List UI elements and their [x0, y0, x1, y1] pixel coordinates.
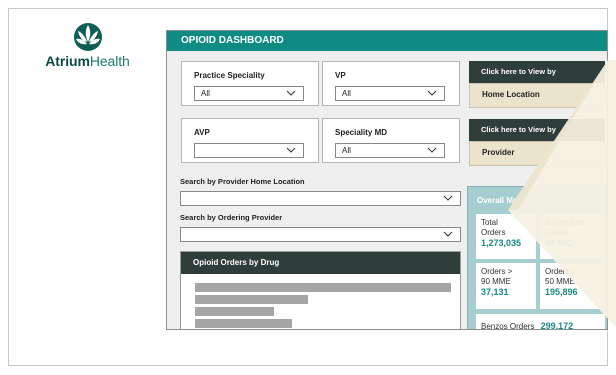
orders-over-50-mme-value: 195,896 [545, 287, 578, 297]
dashboard-title: OPIOID DASHBOARD [167, 31, 607, 51]
chevron-down-icon [443, 195, 453, 201]
drug-bar[interactable] [195, 307, 274, 316]
dropdown-value: All [201, 89, 210, 98]
orders-over-90-mme-value: 37,131 [481, 287, 509, 297]
chevron-down-icon [443, 231, 453, 237]
avp-filter: AVP [181, 118, 319, 163]
dropdown-value: All [342, 146, 351, 155]
overall-metrics-panel: Overall Metrics Total Orders 1,273,035 I… [467, 186, 607, 330]
benzos-orders-tile: Benzos Orders 299,172 [476, 314, 605, 330]
avp-label: AVP [194, 128, 210, 137]
view-by-provider-button[interactable]: Provider [469, 141, 605, 166]
search-home-location-dropdown[interactable] [180, 191, 461, 206]
drug-panel-title: Opioid Orders by Drug [181, 252, 460, 274]
opioid-orders-by-drug-panel: Opioid Orders by Drug [180, 251, 461, 329]
orders-over-90-mme-tile: Orders > 90 MME 37,131 [476, 263, 536, 309]
leaf-emblem-icon [73, 23, 102, 51]
vp-dropdown[interactable]: All [335, 86, 445, 101]
chevron-down-icon [286, 90, 296, 96]
vp-label: VP [335, 71, 346, 80]
search-home-location-label: Search by Provider Home Location [180, 177, 305, 186]
incomplete-orders-value: 48,002 [545, 238, 573, 248]
total-orders-tile: Total Orders 1,273,035 [476, 214, 536, 259]
practice-speciality-dropdown[interactable]: All [194, 86, 304, 101]
benzos-orders-value: 299,172 [540, 321, 574, 330]
dropdown-value: All [342, 89, 351, 98]
speciality-md-filter: Speciality MD All [322, 118, 460, 163]
drug-bar[interactable] [195, 283, 451, 292]
drug-bar[interactable] [195, 295, 308, 304]
metrics-title: Overall Metrics [477, 196, 535, 205]
search-ordering-provider-label: Search by Ordering Provider [180, 213, 283, 222]
practice-speciality-filter: Practice Speciality All [181, 61, 319, 106]
brand-logo: AtriumHealth [20, 22, 155, 82]
total-orders-value: 1,273,035 [481, 238, 522, 248]
speciality-md-label: Speciality MD [335, 128, 388, 137]
chevron-down-icon [286, 147, 296, 153]
benzos-orders-label: Benzos Orders [481, 322, 535, 330]
view-by-header: Click here to View by [469, 61, 605, 83]
drug-bar[interactable] [195, 319, 292, 328]
vp-filter: VP All [322, 61, 460, 106]
brand-wordmark: AtriumHealth [45, 53, 130, 69]
chevron-down-icon [427, 90, 437, 96]
avp-dropdown[interactable] [194, 143, 304, 158]
practice-speciality-label: Practice Speciality [194, 71, 265, 80]
opioid-dashboard: OPIOID DASHBOARD Practice Speciality All… [166, 30, 608, 330]
view-by-home-location-button[interactable]: Home Location [469, 83, 605, 108]
search-ordering-provider-dropdown[interactable] [180, 227, 461, 242]
chevron-down-icon [427, 147, 437, 153]
speciality-md-dropdown[interactable]: All [335, 143, 445, 158]
view-by-header: Click here to View by [469, 119, 605, 141]
incomplete-orders-tile: Incomplete Orders 48,002 [540, 214, 605, 259]
orders-over-50-mme-tile: Orders > 50 MME 195,896 [540, 263, 605, 309]
